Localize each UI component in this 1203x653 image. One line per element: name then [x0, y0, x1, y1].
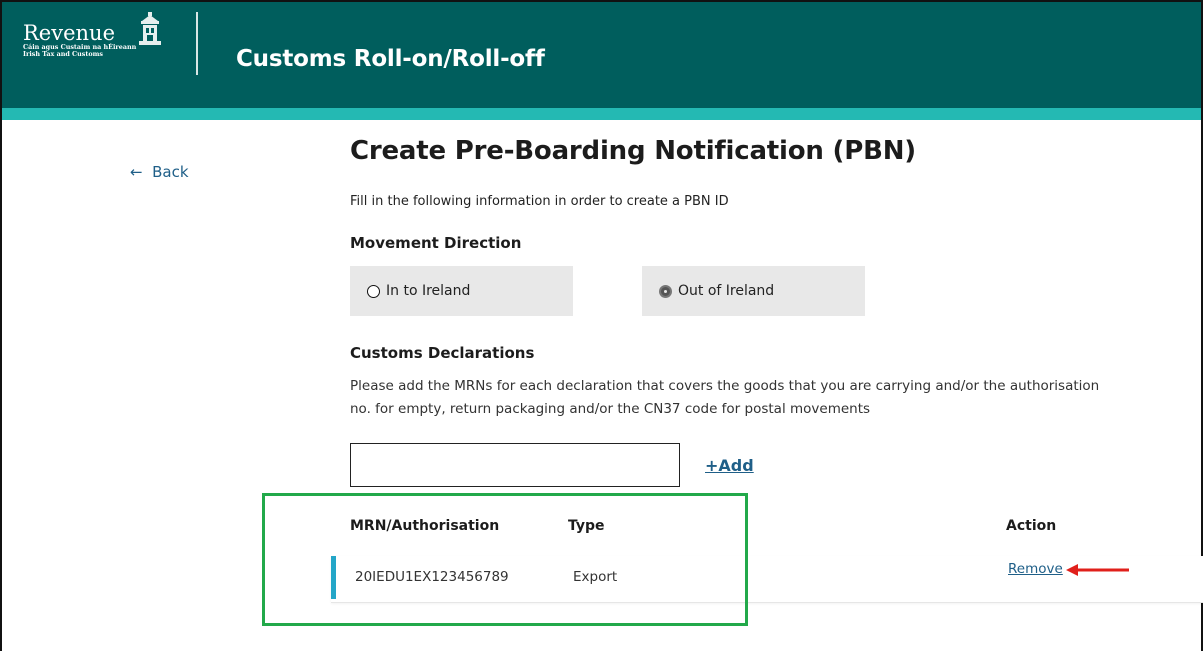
- header-divider: [196, 12, 198, 75]
- page-title: Create Pre-Boarding Notification (PBN): [350, 136, 916, 166]
- highlight-box: [262, 493, 748, 626]
- mrn-input[interactable]: [350, 443, 680, 487]
- arrow-left-icon: ←: [130, 163, 143, 181]
- add-mrn-link[interactable]: +Add: [705, 456, 754, 475]
- back-link[interactable]: ← Back: [130, 163, 189, 181]
- app-title: Customs Roll-on/Roll-off: [236, 46, 545, 72]
- red-arrow-icon: [1066, 564, 1129, 576]
- back-label: Back: [152, 163, 189, 181]
- radio-label-in: In to Ireland: [386, 283, 471, 299]
- header-accent-strip: [2, 108, 1201, 120]
- site-header: [2, 2, 1201, 108]
- remove-link[interactable]: Remove: [1008, 561, 1063, 577]
- revenue-logo[interactable]: Revenue Cáin agus Custaim na hÉireann Ir…: [23, 22, 136, 58]
- declarations-description: Please add the MRNs for each declaration…: [350, 378, 1100, 417]
- radio-in-to-ireland[interactable]: In to Ireland: [350, 266, 573, 316]
- logo-wordmark: Revenue: [23, 21, 116, 45]
- radio-out-of-ireland[interactable]: Out of Ireland: [642, 266, 865, 316]
- custom-house-icon: [139, 12, 161, 45]
- logo-subtitle-english: Irish Tax and Customs: [23, 50, 103, 58]
- radio-label-out: Out of Ireland: [678, 283, 775, 299]
- column-header-action: Action: [1006, 518, 1057, 534]
- page-intro: Fill in the following information in ord…: [350, 194, 729, 209]
- radio-unselected-icon[interactable]: [367, 284, 380, 298]
- movement-direction-heading: Movement Direction: [350, 234, 522, 252]
- customs-declarations-heading: Customs Declarations: [350, 344, 535, 362]
- radio-selected-icon[interactable]: [659, 284, 672, 298]
